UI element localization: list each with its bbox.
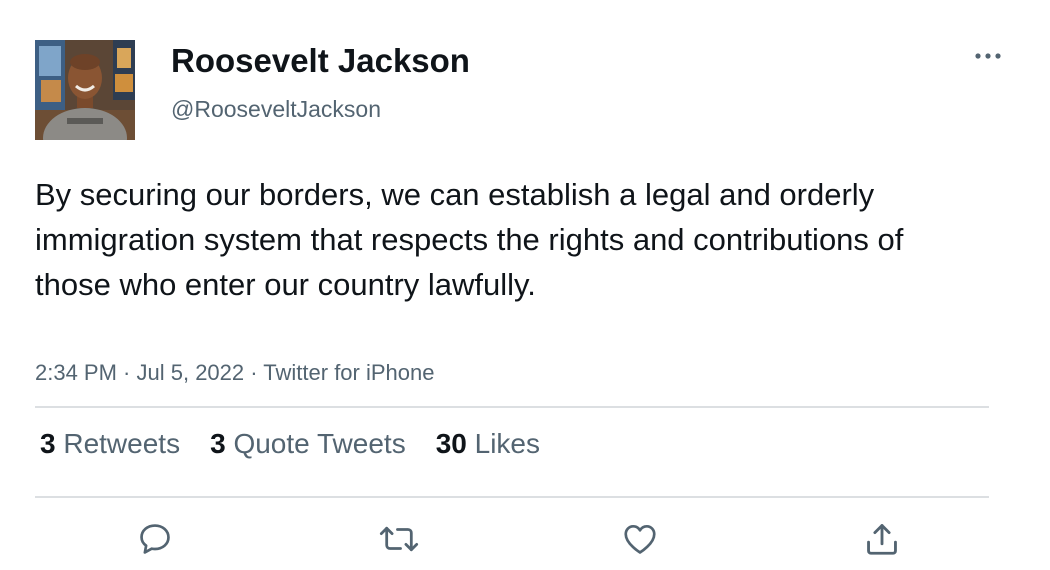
reply-button[interactable] [133, 517, 177, 561]
profile-photo [35, 40, 135, 140]
speech-bubble-icon [140, 524, 170, 554]
more-horizontal-icon [975, 53, 1001, 59]
tweet-source[interactable]: Twitter for iPhone [263, 360, 434, 385]
retweet-arrows-icon [379, 526, 419, 552]
tweet-date[interactable]: Jul 5, 2022 [137, 360, 245, 385]
likes-count: 30 [435, 428, 467, 459]
heart-icon [624, 524, 656, 554]
tweet-text: By securing our borders, we can establis… [35, 177, 904, 302]
retweets-label: Retweets [63, 428, 181, 459]
tweet-time[interactable]: 2:34 PM [35, 360, 117, 385]
avatar[interactable] [35, 40, 135, 140]
likes-stat[interactable]: 30 Likes [436, 428, 540, 460]
like-button[interactable] [618, 517, 662, 561]
divider-top [35, 406, 989, 408]
retweet-button[interactable] [377, 517, 421, 561]
share-button[interactable] [860, 517, 904, 561]
meta-separator: · [244, 360, 264, 385]
retweets-count: 3 [40, 428, 56, 459]
retweets-stat[interactable]: 3 Retweets [40, 428, 180, 460]
quote-tweets-count: 3 [210, 428, 226, 459]
quote-tweets-label: Quote Tweets [233, 428, 406, 459]
meta-separator: · [116, 360, 137, 385]
quote-tweets-stat[interactable]: 3 Quote Tweets [210, 428, 406, 460]
divider-bottom [35, 496, 989, 498]
likes-label: Likes [474, 428, 541, 459]
tweet-meta: 2:34 PM · Jul 5, 2022 · Twitter for iPho… [35, 360, 434, 386]
engagement-stats: 3 Retweets 3 Quote Tweets 30 Likes [40, 428, 570, 460]
display-name[interactable]: Roosevelt Jackson [171, 42, 470, 80]
user-handle[interactable]: @RooseveltJackson [171, 96, 381, 123]
share-upload-icon [867, 524, 897, 555]
more-options-button[interactable] [968, 42, 1008, 70]
